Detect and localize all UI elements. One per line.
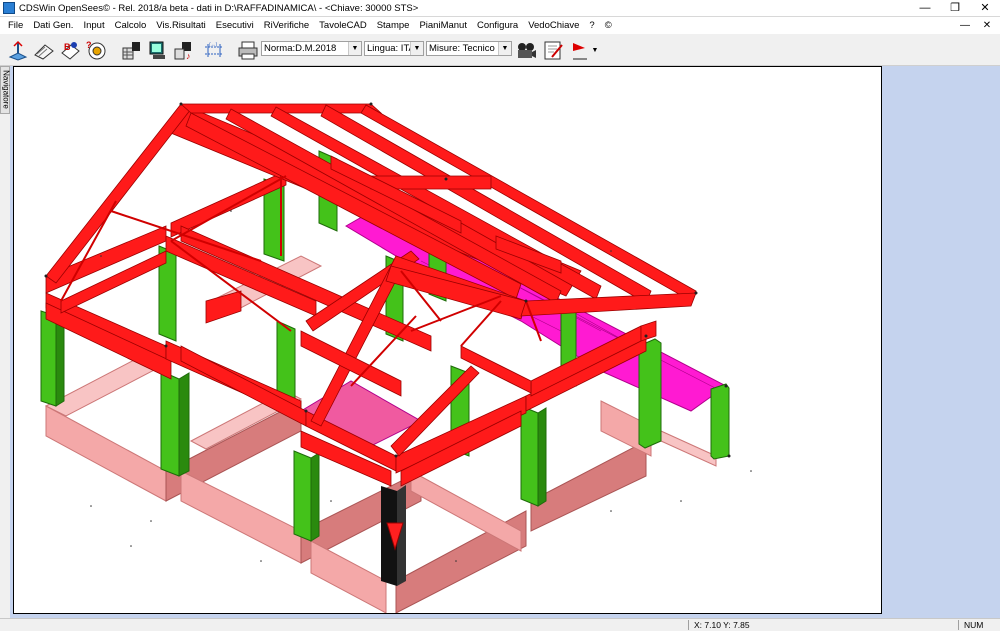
- chevron-down-icon: ▼: [498, 42, 511, 55]
- svg-text:?: ?: [86, 40, 92, 50]
- norma-select[interactable]: Norma:D.M.2018 ▼: [261, 41, 362, 56]
- data-icon[interactable]: [146, 38, 170, 62]
- table-icon[interactable]: [120, 38, 144, 62]
- menu-tavolecad[interactable]: TavoleCAD: [314, 20, 372, 31]
- maximize-button[interactable]: ❐: [940, 0, 970, 16]
- mdi-minimize-button[interactable]: —: [956, 17, 974, 34]
- cursor-coordinates: X: 7.10 Y: 7.85: [694, 620, 750, 630]
- model-canvas[interactable]: [13, 66, 882, 614]
- input-icon[interactable]: [32, 38, 56, 62]
- app-icon: [3, 2, 15, 14]
- norma-value: Norma:D.M.2018: [264, 43, 337, 54]
- menu-help[interactable]: ?: [584, 20, 599, 31]
- navigator-tab[interactable]: Navigatore: [0, 66, 11, 114]
- toolbar: B ? ♪ (↔) Norma:D.M.2018 ▼ Lingua: ITA ▼…: [0, 35, 1000, 66]
- minimize-button[interactable]: —: [910, 0, 940, 16]
- warning-icon[interactable]: [568, 38, 592, 62]
- bookmark-icon[interactable]: B: [58, 38, 82, 62]
- num-lock-indicator: NUM: [964, 620, 984, 630]
- status-divider: [688, 620, 689, 630]
- lingua-select[interactable]: Lingua: ITA ▼: [364, 41, 424, 56]
- status-divider: [958, 620, 959, 630]
- window-title: CDSWin OpenSees© - Rel. 2018/a beta - da…: [19, 2, 419, 14]
- menu-esecutivi[interactable]: Esecutivi: [211, 20, 259, 31]
- menu-calcolo[interactable]: Calcolo: [110, 20, 152, 31]
- menu-vis-risultati[interactable]: Vis.Risultati: [151, 20, 210, 31]
- target-icon[interactable]: ?: [84, 38, 108, 62]
- film-icon[interactable]: [514, 38, 538, 62]
- close-button[interactable]: ✕: [970, 0, 1000, 16]
- misure-value: Misure: Tecnico: [429, 43, 495, 54]
- dimension-icon[interactable]: (↔): [202, 38, 226, 62]
- menu-pianimanut[interactable]: PianiManut: [414, 20, 472, 31]
- status-bar: X: 7.10 Y: 7.85 NUM: [0, 618, 1000, 631]
- menu-stampe[interactable]: Stampe: [372, 20, 415, 31]
- structure-icon[interactable]: [6, 38, 30, 62]
- results-icon[interactable]: ♪: [172, 38, 196, 62]
- print-icon[interactable]: [236, 38, 260, 62]
- chevron-down-icon: ▼: [410, 42, 423, 55]
- svg-text:(↔): (↔): [209, 42, 218, 48]
- misure-select[interactable]: Misure: Tecnico ▼: [426, 41, 512, 56]
- mdi-close-button[interactable]: ✕: [978, 17, 996, 34]
- svg-text:♪: ♪: [186, 51, 191, 61]
- menu-riverifiche[interactable]: RiVerifiche: [259, 20, 314, 31]
- menu-file[interactable]: File: [3, 20, 28, 31]
- edit-icon[interactable]: [541, 38, 565, 62]
- menu-configura[interactable]: Configura: [472, 20, 523, 31]
- svg-text:B: B: [64, 42, 71, 52]
- chevron-down-icon: ▼: [348, 42, 361, 55]
- menu-input[interactable]: Input: [78, 20, 109, 31]
- title-bar: CDSWin OpenSees© - Rel. 2018/a beta - da…: [0, 0, 1000, 17]
- menu-bar: File Dati Gen. Input Calcolo Vis.Risulta…: [0, 17, 1000, 34]
- selected-column: [381, 485, 406, 586]
- menu-vedochiave[interactable]: VedoChiave: [523, 20, 584, 31]
- chevron-down-icon[interactable]: ▼: [590, 38, 600, 62]
- lingua-value: Lingua: ITA: [367, 43, 415, 54]
- menu-copyright[interactable]: ©: [600, 20, 617, 31]
- menu-dati-gen[interactable]: Dati Gen.: [28, 20, 78, 31]
- structure-3d-view: [40, 102, 752, 613]
